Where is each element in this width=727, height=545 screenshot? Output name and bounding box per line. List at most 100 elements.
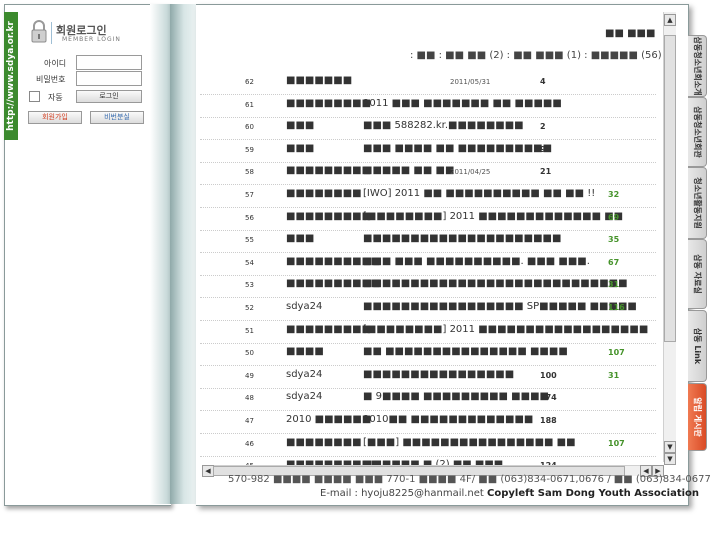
login-button[interactable]: 로그인 <box>76 90 142 103</box>
tab-0[interactable]: 삼동청소년회소개 <box>688 35 707 97</box>
table-row[interactable]: 49 sdya24 ■■■■■■■■■■■■■■■■ 100 31 <box>200 366 656 389</box>
cell-num: 47 <box>245 417 254 425</box>
tab-3[interactable]: 삼동 자료실 <box>688 239 707 309</box>
id-label: 아이디 <box>44 59 67 68</box>
cell-author: ■■■■■■■■■ <box>286 97 372 109</box>
lock-icon <box>31 20 47 43</box>
tab-label: 삼동 자료실 <box>693 254 702 294</box>
tab-2[interactable]: 청소년활동지원 <box>688 167 707 239</box>
tab-4[interactable]: 삼동 Link <box>688 310 707 382</box>
cell-num: 58 <box>245 168 254 177</box>
cell-hits: 9 <box>540 144 546 154</box>
cell-comments: 107 <box>608 348 625 358</box>
cell-subject[interactable]: ■■ ■■■■■■■■■■■■■■■ ■■■■ <box>363 346 568 357</box>
table-row[interactable]: 61 ■■■■■■■■■ 2011 ■■■ ■■■■■■■ ■■ ■■■■■ <box>200 95 656 118</box>
tab-label: 알립 게시판 <box>693 397 702 437</box>
cell-num: 60 <box>245 123 254 132</box>
cell-date: 2011/05/31 <box>450 78 491 86</box>
cell-hits: 2 <box>540 122 546 132</box>
cell-author: ■■■ <box>286 120 315 132</box>
table-row[interactable]: 56 ■■■■■■■■■ [■■■■■■■■] 2011 ■■■■■■■■■■■■■… <box>200 208 656 231</box>
cell-author: sdya24 <box>286 391 323 403</box>
password-label: 비밀번호 <box>36 75 66 84</box>
password-input[interactable] <box>76 71 142 86</box>
cell-subject[interactable]: ■■■ ■■■■ ■■ ■■■■■■■■■■ <box>363 143 552 154</box>
tab-label: 삼동 Link <box>693 327 702 365</box>
tab-label: 삼동청소년회관 <box>693 106 702 158</box>
table-row[interactable]: 53 ■■■■■■■■■■ ■■■■■■■■■■■■■■■■■■■■■■■■■■■■… <box>200 275 656 299</box>
table-row[interactable]: 59 ■■■ ■■■ ■■■■ ■■ ■■■■■■■■■■ 9 <box>200 140 656 163</box>
cell-comments: 69 <box>608 212 620 222</box>
cell-author: ■■■■■■■■■ <box>286 323 372 335</box>
footer-address: 570-982 ■■■■ ■■■■ ■■■ 770-1 ■■■■ 4F/ ■■ … <box>228 474 711 485</box>
cell-author: ■■■■■■■ <box>286 75 353 86</box>
cell-author: ■■■■■■■■ <box>286 436 362 448</box>
cell-subject[interactable]: 2011 ■■■ ■■■■■■■ ■■ ■■■■■ <box>363 98 562 109</box>
tab-5[interactable]: 알립 게시판 <box>688 383 707 451</box>
cell-subject[interactable]: 2010■■ ■■■■■■■■■■■■■ <box>363 414 533 425</box>
table-row[interactable]: 52 sdya24 ■■■■■■■■■■■■■■■■■ SP■■■■■ ■■■■■ 1… <box>200 298 656 321</box>
site-url-text: http://www.sdya.or.kr <box>6 21 16 131</box>
footer-copyleft: Copyleft Sam Dong Youth Association <box>487 488 700 499</box>
table-row[interactable]: 57 ■■■■■■■■ [IWO] 2011 ■■ ■■■■■■■■■■ ■■ ■■… <box>200 185 656 208</box>
find-password-button[interactable]: 비번분실 <box>90 111 144 124</box>
cell-num: 56 <box>245 213 254 222</box>
scroll-down-arrow-2[interactable]: ▼ <box>664 453 676 465</box>
cell-subject[interactable]: ■■■■■■■■■■■■■■■■■ SP■■■■■ ■■■■■ <box>363 301 637 312</box>
cell-num: 52 <box>245 304 254 312</box>
join-button[interactable]: 회원가입 <box>28 111 82 124</box>
cell-num: 53 <box>245 281 254 290</box>
scroll-up-arrow[interactable]: ▲ <box>664 14 676 26</box>
auto-login-label: 자동 <box>48 93 63 102</box>
tab-1[interactable]: 삼동청소년회관 <box>688 97 707 167</box>
table-row[interactable]: 58 ■■■■■■■■■ ■■■■■ ■■ ■■ 2011/04/25 21 <box>200 162 656 186</box>
cell-subject[interactable]: ■■■ ■■■ ■■■■■■■■■■. ■■■ ■■■. <box>363 256 590 267</box>
cell-subject[interactable]: [■■■■■■■■] 2011 ■■■■■■■■■■■■■■■■■■ <box>363 324 648 335</box>
cell-subject[interactable]: ■■■■■■■■■■■■■■■■■■■■■ <box>363 233 561 244</box>
table-row[interactable]: 46 ■■■■■■■■ [■■■] ■■■■■■■■■■■■■■■■ ■■ 107 <box>200 434 656 457</box>
site-url-banner[interactable]: http://www.sdya.or.kr <box>4 12 18 140</box>
table-row[interactable]: 50 ■■■■ ■■ ■■■■■■■■■■■■■■■ ■■■■ 107 <box>200 343 656 367</box>
table-row[interactable]: 62 ■■■■■■■ 2011/05/31 4 <box>200 72 656 95</box>
cell-author: ■■■■■■■■ <box>286 188 362 199</box>
cell-num: 62 <box>245 78 254 86</box>
cell-num: 51 <box>245 326 254 335</box>
cell-num: 57 <box>245 191 254 199</box>
cell-author: ■■■■■■■■■ <box>286 210 372 222</box>
cell-subject[interactable]: ■■■ 588282.kr.■■■■■■■■ <box>363 120 524 131</box>
table-row[interactable]: 47 2010 ■■■■■■ 2010■■ ■■■■■■■■■■■■■ 188 <box>200 411 656 434</box>
tab-label: 청소년활동지원 <box>693 177 702 229</box>
scroll-down-arrow[interactable]: ▼ <box>664 441 676 453</box>
board-list: 62 ■■■■■■■ 2011/05/31 4 61 ■■■■■■■■■ 2011 ■■■ … <box>200 12 670 467</box>
cell-hits: 4 <box>540 77 546 86</box>
cell-num: 48 <box>245 394 254 403</box>
vertical-scroll-thumb[interactable] <box>664 35 676 342</box>
table-row[interactable]: 54 ■■■■■■■■■■ ■■■ ■■■ ■■■■■■■■■■. ■■■ ■■■.… <box>200 253 656 276</box>
cell-comments: 107 <box>608 438 625 448</box>
cell-hits: 100 <box>540 370 557 380</box>
cell-subject[interactable]: ■ 9■■■■ ■■■■■■■■■ ■■■■ <box>363 391 549 402</box>
cell-comments: 31 <box>608 370 620 380</box>
cell-subject[interactable]: [IWO] 2011 ■■ ■■■■■■■■■■ ■■ ■■ !! <box>363 188 595 199</box>
cell-author: sdya24 <box>286 368 323 380</box>
cell-subject[interactable]: [■■■■■■■■] 2011 ■■■■■■■■■■■■■ ■■ <box>363 211 623 222</box>
cell-comments: 32 <box>608 190 620 199</box>
cell-comments: 35 <box>608 235 620 245</box>
cell-subject[interactable]: ■■■■■■■■■■■■■■■■■■■■■■■■■■■■ <box>363 278 628 289</box>
cell-subject[interactable]: ■■■■■ ■■ ■■ <box>363 165 454 176</box>
cell-subject[interactable]: [■■■] ■■■■■■■■■■■■■■■■ ■■ <box>363 437 576 448</box>
cell-subject[interactable]: ■■■■■■■■■■■■■■■■ <box>363 369 514 380</box>
table-row[interactable]: 48 sdya24 ■ 9■■■■ ■■■■■■■■■ ■■■■ 174 <box>200 388 656 412</box>
cell-num: 50 <box>245 349 254 358</box>
login-divider <box>51 22 52 44</box>
book-spine <box>170 4 198 504</box>
footer-contact: E-mail : hyoju8225@hanmail.net Copyleft … <box>320 488 699 499</box>
table-row[interactable]: 60 ■■■ ■■■ 588282.kr.■■■■■■■■ 2 <box>200 117 656 141</box>
auto-login-checkbox[interactable] <box>29 91 40 102</box>
table-row[interactable]: 51 ■■■■■■■■■ [■■■■■■■■] 2011 ■■■■■■■■■■■■■… <box>200 321 656 344</box>
table-row[interactable]: 55 ■■■ ■■■■■■■■■■■■■■■■■■■■■ 35 <box>200 230 656 254</box>
id-input[interactable] <box>76 55 142 70</box>
cell-num: 46 <box>245 439 254 448</box>
cell-num: 55 <box>245 236 254 245</box>
cell-author: 2010 ■■■■■■ <box>286 414 372 425</box>
